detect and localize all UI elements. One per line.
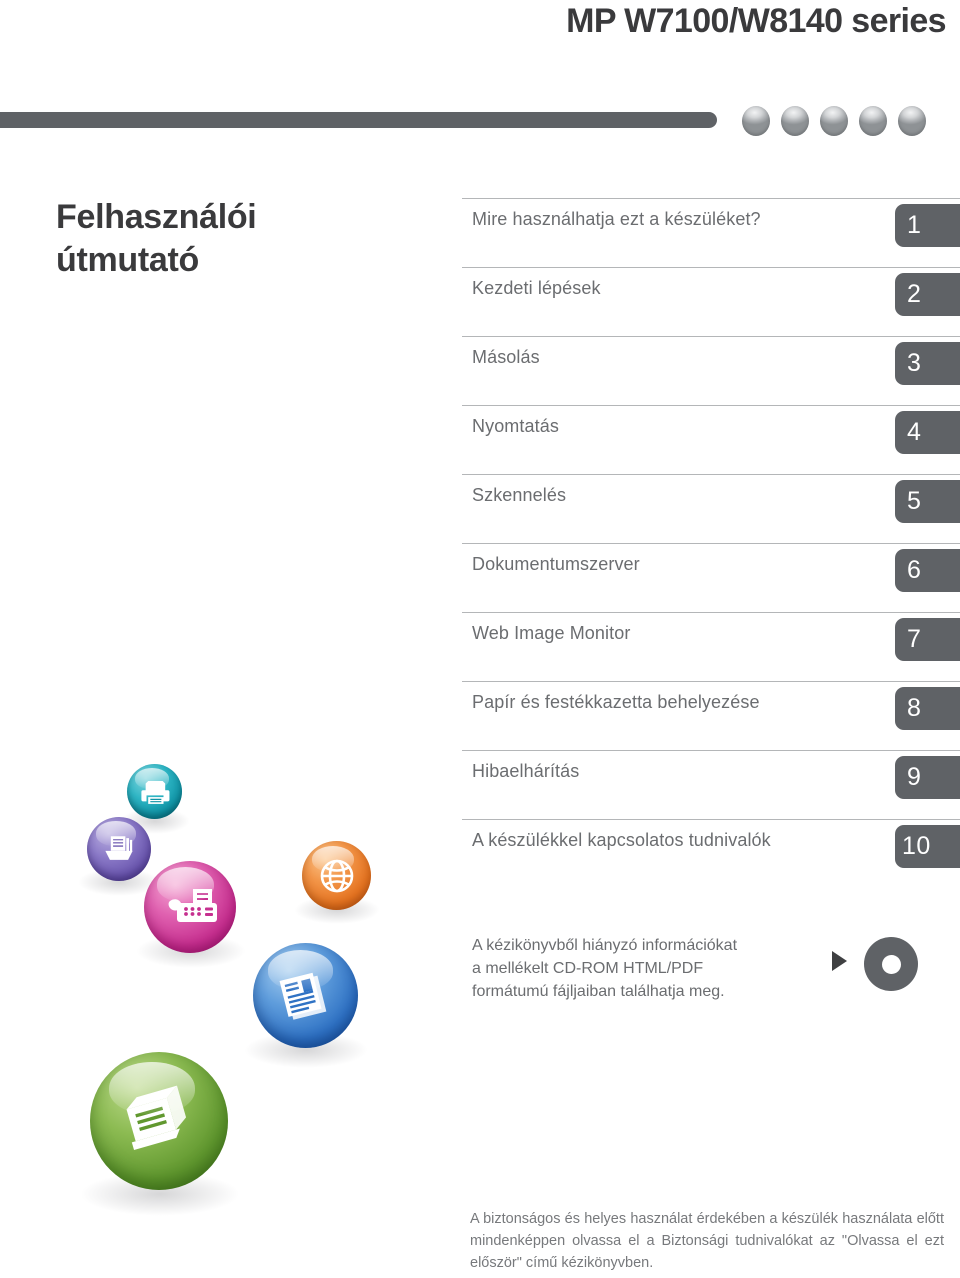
cd-rom-note-text: A kézikönyvből hiányzó információkat a m… xyxy=(472,937,738,1001)
guide-title: Felhasználói útmutató xyxy=(56,196,386,282)
decor-dot-icon xyxy=(859,106,887,136)
guide-title-line-2: útmutató xyxy=(56,240,200,279)
decor-dot-icon xyxy=(820,106,848,136)
header-rule-bar xyxy=(0,112,717,128)
decor-bubble-printer xyxy=(127,764,182,819)
toc-row[interactable]: Papír és festékkazetta behelyezése 8 xyxy=(462,681,960,750)
toc-row[interactable]: Web Image Monitor 7 xyxy=(462,612,960,681)
decor-dot-icon xyxy=(781,106,809,136)
toc-item-label: Szkennelés xyxy=(472,485,567,505)
toc-chapter-tab: 5 xyxy=(895,480,960,523)
guide-title-line-1: Felhasználói xyxy=(56,198,257,236)
decor-bubble-document xyxy=(253,943,358,1048)
cd-rom-disc-icon xyxy=(864,937,918,991)
globe-icon xyxy=(302,841,371,910)
triangle-right-icon xyxy=(832,951,847,971)
toc-chapter-tab: 4 xyxy=(895,411,960,454)
decor-bubble-fax xyxy=(144,861,236,953)
toc-item-label: Dokumentumszerver xyxy=(472,554,640,574)
toc-chapter-tab: 9 xyxy=(895,756,960,799)
fax-machine-icon xyxy=(144,861,236,953)
toc-chapter-tab: 2 xyxy=(895,273,960,316)
scanner-icon xyxy=(90,1052,228,1190)
toc-item-label: Web Image Monitor xyxy=(472,623,631,643)
toc-item-label: Másolás xyxy=(472,347,540,367)
toc-item-label: Mire használhatja ezt a készüléket? xyxy=(472,209,761,229)
document-cover-page: MP W7100/W8140 series Felhasználói útmut… xyxy=(0,0,960,1278)
toc-chapter-tab: 8 xyxy=(895,687,960,730)
toc-chapter-tab: 1 xyxy=(895,204,960,247)
decor-dot-icon xyxy=(742,106,770,136)
toc-chapter-tab: 7 xyxy=(895,618,960,661)
toc-row[interactable]: Hibaelhárítás 9 xyxy=(462,750,960,819)
decor-bubble-scanner xyxy=(90,1052,228,1190)
toc-item-label: Papír és festékkazetta behelyezése xyxy=(472,692,760,712)
toc-item-label: Kezdeti lépések xyxy=(472,278,601,298)
decor-bubble-globe xyxy=(302,841,371,910)
document-pages-icon xyxy=(253,943,358,1048)
toc-item-label: Hibaelhárítás xyxy=(472,761,580,781)
toc-item-label: A készülékkel kapcsolatos tudnivalók xyxy=(472,830,771,850)
toc-row[interactable]: Mire használhatja ezt a készüléket? 1 xyxy=(462,198,960,267)
document-tray-icon xyxy=(87,817,151,881)
page-title: MP W7100/W8140 series xyxy=(566,2,947,40)
toc-row[interactable]: Nyomtatás 4 xyxy=(462,405,960,474)
decor-dot-icon xyxy=(898,106,926,136)
printer-icon xyxy=(127,764,182,819)
toc-chapter-tab: 10 xyxy=(895,825,960,868)
toc-chapter-tab: 6 xyxy=(895,549,960,592)
toc-row[interactable]: A készülékkel kapcsolatos tudnivalók 10 xyxy=(462,819,960,888)
toc-row[interactable]: Kezdeti lépések 2 xyxy=(462,267,960,336)
toc-row[interactable]: Dokumentumszerver 6 xyxy=(462,543,960,612)
toc-chapter-tab: 3 xyxy=(895,342,960,385)
toc-row[interactable]: Másolás 3 xyxy=(462,336,960,405)
safety-footer-note: A biztonságos és helyes használat érdeké… xyxy=(470,1211,944,1272)
table-of-contents: Mire használhatja ezt a készüléket? 1 Ke… xyxy=(462,198,960,888)
toc-row[interactable]: Szkennelés 5 xyxy=(462,474,960,543)
toc-item-label: Nyomtatás xyxy=(472,416,559,436)
header-dot-row xyxy=(742,104,952,138)
decor-bubble-document-tray xyxy=(87,817,151,881)
